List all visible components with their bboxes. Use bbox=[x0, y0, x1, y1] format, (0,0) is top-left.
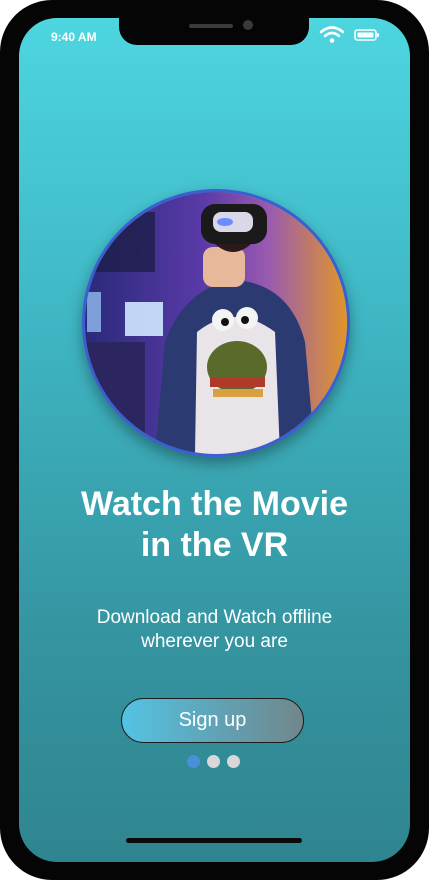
page-dot-3[interactable] bbox=[227, 755, 240, 768]
subtitle-line-1: Download and Watch offline bbox=[96, 607, 333, 628]
page-indicator bbox=[187, 755, 240, 768]
page-dot-2[interactable] bbox=[207, 755, 220, 768]
notch bbox=[119, 18, 309, 45]
page-dot-1[interactable] bbox=[187, 755, 200, 768]
page-title: Watch the Movie in the VR bbox=[19, 484, 410, 566]
speaker-grille bbox=[189, 24, 233, 28]
status-time: 9:40 AM bbox=[51, 30, 97, 44]
wifi-icon bbox=[319, 26, 345, 43]
phone-frame: 9:40 AM Watch the Movie in the VR Downlo… bbox=[0, 0, 429, 880]
screen: 9:40 AM Watch the Movie in the VR Downlo… bbox=[19, 18, 410, 862]
title-line-1: Watch the Movie bbox=[81, 485, 348, 523]
home-indicator[interactable] bbox=[126, 838, 302, 843]
battery-icon bbox=[354, 29, 379, 41]
front-camera bbox=[243, 20, 253, 30]
title-line-2: in the VR bbox=[140, 526, 289, 564]
subtitle-line-2: wherever you are bbox=[141, 631, 288, 652]
vr-user-illustration bbox=[85, 192, 347, 454]
sign-up-button[interactable]: Sign up bbox=[121, 698, 304, 743]
hero-avatar-photo bbox=[82, 189, 350, 457]
subtitle: Download and Watch offline wherever you … bbox=[19, 606, 410, 654]
